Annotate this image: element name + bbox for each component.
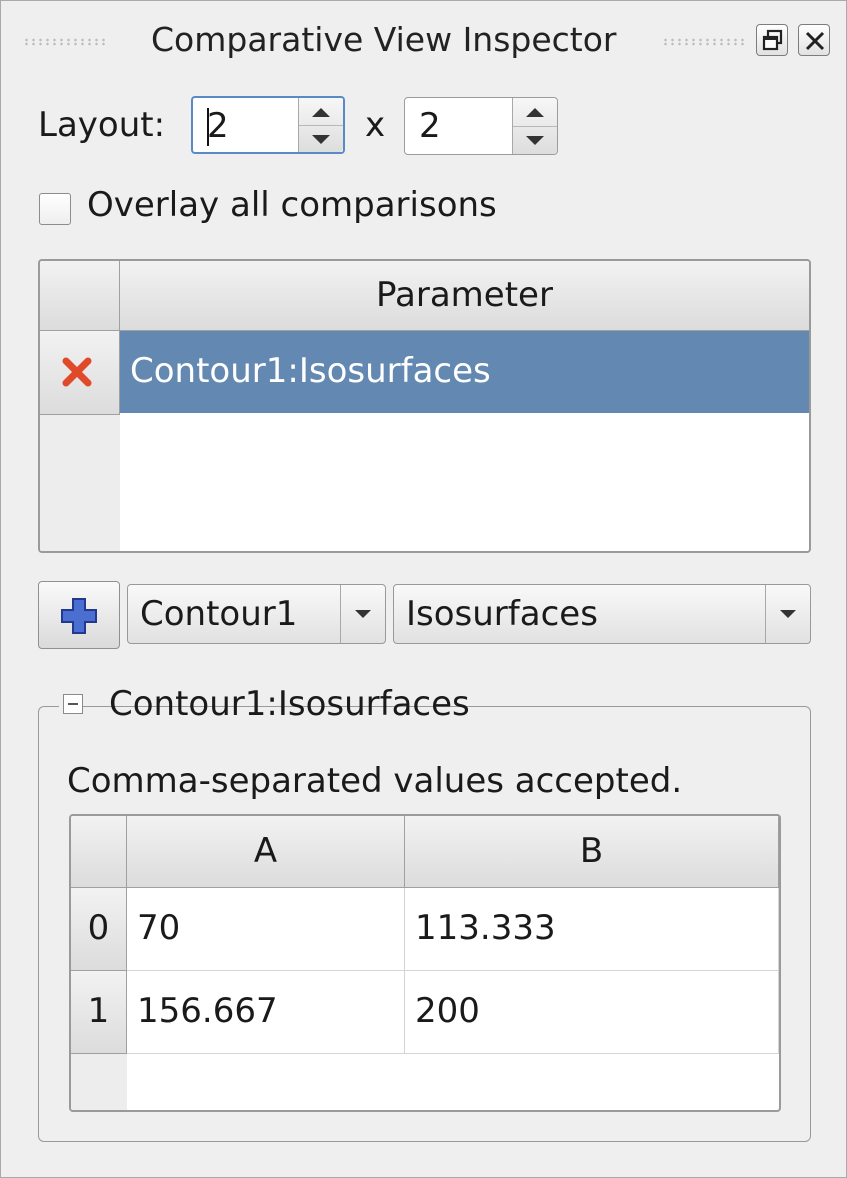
arrow-up-icon	[526, 108, 544, 117]
parameter-column-header[interactable]: Parameter	[120, 261, 809, 331]
source-dropdown-button[interactable]	[340, 585, 385, 643]
layout-cols-spinbox[interactable]: 2	[404, 97, 558, 155]
hint-text: Comma-separated values accepted.	[67, 761, 683, 801]
table-corner	[71, 816, 127, 888]
collapse-icon[interactable]	[63, 694, 83, 714]
close-button[interactable]	[798, 24, 830, 56]
property-combobox-value: Isosurfaces	[406, 594, 598, 634]
layout-separator: x	[365, 105, 386, 145]
layout-rows-spinbox[interactable]: 2	[191, 96, 345, 154]
red-x-icon	[62, 357, 92, 387]
row-header-0[interactable]: 0	[71, 888, 127, 971]
layout-rows-value[interactable]: 2	[207, 106, 229, 146]
remove-parameter-button[interactable]	[40, 331, 120, 415]
column-header-b[interactable]: B	[405, 816, 779, 888]
chevron-down-icon	[780, 610, 796, 618]
overlay-label[interactable]: Overlay all comparisons	[87, 185, 497, 225]
property-dropdown-button[interactable]	[765, 585, 810, 643]
value-cell[interactable]: 156.667	[127, 971, 405, 1054]
add-parameter-button[interactable]	[38, 581, 120, 649]
blue-plus-icon	[61, 598, 97, 634]
row-header-1[interactable]: 1	[71, 971, 127, 1054]
arrow-down-icon	[312, 135, 330, 144]
source-combobox-value: Contour1	[140, 594, 298, 634]
group-title: Contour1:Isosurfaces	[109, 684, 470, 724]
parameter-row[interactable]: Contour1:Isosurfaces	[120, 331, 809, 413]
float-window-icon	[762, 29, 783, 51]
layout-cols-value[interactable]: 2	[419, 106, 441, 146]
comparative-view-inspector-panel: Comparative View Inspector Layout: 2 x 2	[0, 0, 847, 1178]
chevron-down-icon	[355, 610, 371, 618]
value-cell[interactable]: 113.333	[405, 888, 779, 971]
column-header-a[interactable]: A	[127, 816, 405, 888]
panel-title: Comparative View Inspector	[151, 20, 617, 59]
table-corner	[40, 261, 120, 331]
parameter-table: Parameter Contour1:Isosurfaces	[38, 259, 811, 553]
drag-grip-left[interactable]	[23, 38, 105, 46]
drag-grip-right[interactable]	[662, 38, 744, 46]
float-button[interactable]	[756, 24, 788, 56]
values-table: A B 0 70 113.333 1 156.667 200	[69, 814, 781, 1112]
value-cell[interactable]: 70	[127, 888, 405, 971]
rows-decrement-button[interactable]	[299, 125, 343, 153]
overlay-checkbox[interactable]	[39, 193, 71, 225]
rows-increment-button[interactable]	[299, 98, 343, 125]
layout-label: Layout:	[38, 105, 166, 145]
close-icon	[805, 31, 825, 51]
text-cursor	[207, 108, 209, 146]
title-bar[interactable]: Comparative View Inspector	[1, 1, 846, 81]
arrow-down-icon	[526, 136, 544, 145]
source-combobox[interactable]: Contour1	[127, 584, 386, 644]
value-cell[interactable]: 200	[405, 971, 779, 1054]
cols-decrement-button[interactable]	[513, 126, 557, 155]
property-combobox[interactable]: Isosurfaces	[393, 584, 811, 644]
cols-increment-button[interactable]	[513, 98, 557, 126]
arrow-up-icon	[312, 108, 330, 117]
group-header[interactable]: Contour1:Isosurfaces	[59, 682, 470, 726]
